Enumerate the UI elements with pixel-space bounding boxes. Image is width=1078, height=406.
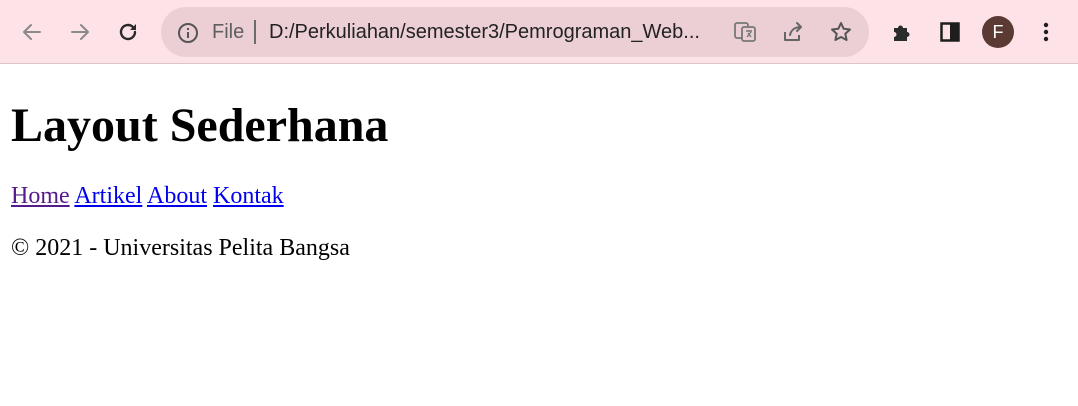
url-text[interactable]: D:/Perkuliahan/semester3/Pemrograman_Web… xyxy=(269,7,719,57)
reload-button[interactable] xyxy=(110,14,146,50)
extensions-button[interactable] xyxy=(884,14,920,50)
menu-button[interactable] xyxy=(1028,14,1064,50)
forward-arrow-icon xyxy=(71,24,89,40)
nav-link-about[interactable]: About xyxy=(147,183,207,209)
site-info-icon[interactable] xyxy=(177,22,199,44)
bookmark-star-icon[interactable] xyxy=(828,19,854,45)
puzzle-icon xyxy=(894,25,910,41)
side-panel-button[interactable] xyxy=(932,14,968,50)
back-arrow-icon xyxy=(23,24,41,40)
forward-button[interactable] xyxy=(62,14,98,50)
nav-menu: Home Artikel About Kontak xyxy=(11,182,284,210)
footer-text: © 2021 - Universitas Pelita Bangsa xyxy=(11,235,350,261)
back-button[interactable] xyxy=(14,14,50,50)
profile-avatar[interactable]: F xyxy=(982,16,1014,48)
reload-icon xyxy=(119,23,137,41)
nav-link-kontak[interactable]: Kontak xyxy=(213,183,284,209)
kebab-menu-icon xyxy=(1043,22,1049,42)
omnibox-divider xyxy=(254,20,256,44)
page-title: Layout Sederhana xyxy=(11,99,389,152)
nav-link-artikel[interactable]: Artikel xyxy=(74,183,142,209)
share-icon[interactable] xyxy=(780,19,806,45)
translate-icon[interactable] xyxy=(732,19,758,45)
side-panel-icon xyxy=(940,22,960,42)
address-bar[interactable]: File D:/Perkuliahan/semester3/Pemrograma… xyxy=(161,7,869,57)
nav-link-home[interactable]: Home xyxy=(11,183,70,209)
browser-toolbar: File D:/Perkuliahan/semester3/Pemrograma… xyxy=(0,0,1078,64)
scheme-label: File xyxy=(212,21,245,43)
